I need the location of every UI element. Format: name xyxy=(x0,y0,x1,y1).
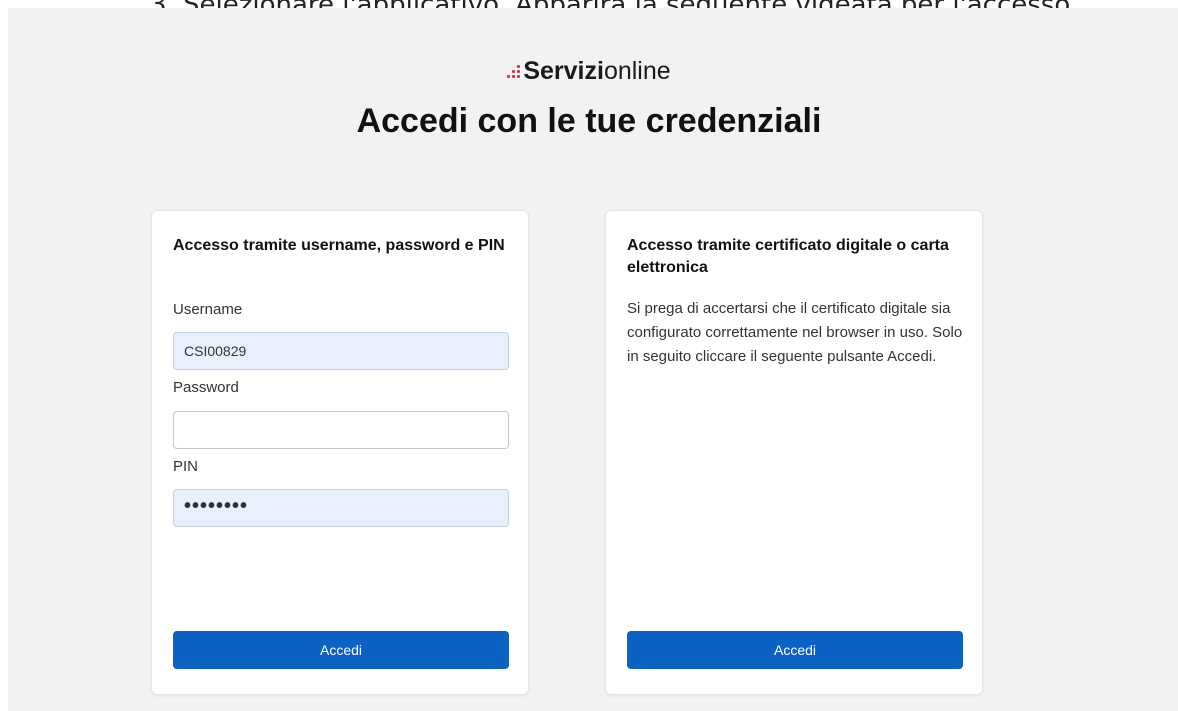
brand-name-bold: Servizi xyxy=(523,57,604,85)
certificate-description: Si prega di accertarsi che il certificat… xyxy=(627,300,963,365)
certificate-card-title: Accesso tramite certificato digitale o c… xyxy=(627,237,949,276)
username-label: Username xyxy=(173,301,243,318)
pin-input[interactable]: •••••••• xyxy=(173,489,509,527)
password-input[interactable] xyxy=(173,411,509,449)
logo-dots-icon xyxy=(507,63,521,81)
username-input[interactable]: CSI00829 xyxy=(173,332,509,370)
certificate-submit-button[interactable]: Accedi xyxy=(627,631,963,669)
credentials-submit-button[interactable]: Accedi xyxy=(173,631,509,669)
certificate-login-card: Accesso tramite certificato digitale o c… xyxy=(605,210,983,695)
credentials-card-title: Accesso tramite username, password e PIN xyxy=(173,237,505,254)
pin-label: PIN xyxy=(173,458,199,475)
credentials-login-card: Accesso tramite username, password e PIN… xyxy=(151,210,529,695)
page-title: Accedi con le tue credenziali xyxy=(356,102,822,140)
brand-name-light: online xyxy=(603,57,671,85)
brand-logo: Servizionline xyxy=(0,57,1178,86)
password-label: Password xyxy=(173,379,239,396)
